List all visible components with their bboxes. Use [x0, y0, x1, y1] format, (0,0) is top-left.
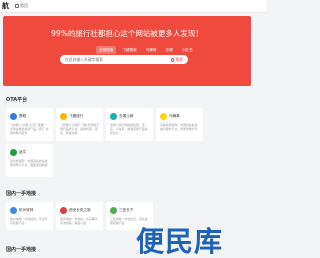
section-title-domestic-2: 国内一手地接 [6, 247, 37, 253]
watermark: 便民库 [136, 225, 224, 258]
top-bar: 航 首页 [0, 0, 266, 13]
card-name: 携程 [19, 114, 27, 118]
card-name: 杭州双林 [19, 208, 34, 212]
page: 航 首页 99%的旅行社都担心这个网站被更多人发现！ 全部搜索 飞猪搜索 马蜂窝… [0, 0, 266, 258]
card-desc: 杭州本地一手地接社，专注华东线路产品 [10, 217, 48, 225]
agency-icon [110, 207, 117, 214]
home-link[interactable]: 首页 [15, 3, 28, 9]
card-name: 去哪儿网 [119, 114, 134, 118]
tab-mafengwo[interactable]: 马蜂窝 [143, 46, 160, 54]
card-ota[interactable]: 去哪儿网 去哪儿旅行网提供机票，酒店，火车票，旅游度假产品综合比价 [106, 108, 153, 141]
card-desc: 途牛旅游网：中国领先的在线旅游预订平台，跟团游自助游 [10, 159, 48, 167]
card-desc: 马蜂窝旅游网：中国领先的自由行服务平台，旅游攻略分享 [160, 123, 198, 131]
search-input[interactable] [65, 57, 155, 62]
card-name: 三亚天下 [119, 208, 134, 212]
card-ota[interactable]: 马蜂窝 马蜂窝旅游网：中国领先的自由行服务平台，旅游攻略分享 [156, 108, 203, 141]
tuniu-icon [10, 149, 17, 156]
card-ota[interactable]: 携程 【去哪儿·中国·北京】携程·一手地接精选旅游产品，预订·线路攻略与服务 [6, 108, 53, 141]
search-icon [170, 58, 175, 62]
section-title-ota: OTA平台 [6, 97, 28, 103]
home-link-label: 首页 [20, 3, 28, 8]
card-name: 西安长安之旅 [69, 208, 91, 212]
card-desc: 去哪儿旅行网提供机票，酒店，火车票，旅游度假产品综合比价 [110, 123, 148, 135]
hero-banner: 99%的旅行社都担心这个网站被更多人发现！ 全部搜索 飞猪搜索 马蜂窝 去哪 小… [3, 16, 251, 86]
tab-qunar[interactable]: 去哪 [163, 46, 176, 54]
agency-icon [60, 207, 67, 214]
hero-title: 99%的旅行社都担心这个网站被更多人发现！ [51, 29, 203, 38]
card-name: 马蜂窝 [169, 114, 180, 118]
card-name: 飞猪旅行 [69, 114, 84, 118]
section-title-domestic: 国内一手地接 [6, 191, 37, 197]
card-domestic[interactable]: 西安长安之旅 西安本地一手地接，兵马俑华清池线路，精品小团 [56, 202, 103, 230]
ctrip-icon [10, 113, 17, 120]
search-box: 搜索 [60, 55, 188, 64]
site-logo[interactable]: 航 [2, 1, 9, 11]
search-tabs: 全部搜索 飞猪搜索 马蜂窝 去哪 小红书 [96, 46, 196, 54]
card-ota[interactable]: 途牛 途牛旅游网：中国领先的在线旅游预订平台，跟团游自助游 [6, 144, 53, 177]
qunar-icon [110, 113, 117, 120]
card-name: 途牛 [19, 150, 27, 154]
search-button-label: 搜索 [175, 57, 183, 63]
tab-xiaohongshu[interactable]: 小红书 [179, 46, 196, 54]
card-desc: 【去哪儿·中国】飞猪·阿里旗下旅行品牌平台，提供机票，酒店，旅游线路 [60, 123, 100, 135]
card-domestic[interactable]: 杭州双林 杭州本地一手地接社，专注华东线路产品 [6, 202, 53, 230]
fliggy-icon [60, 113, 67, 120]
card-desc: 【去哪儿·中国·北京】携程·一手地接精选旅游产品，预订·线路攻略与服务 [10, 123, 49, 135]
tab-feizhu[interactable]: 飞猪搜索 [119, 46, 139, 54]
card-ota[interactable]: 飞猪旅行 【去哪儿·中国】飞猪·阿里旗下旅行品牌平台，提供机票，酒店，旅游线路 [56, 108, 103, 141]
card-desc: 西安本地一手地接，兵马俑华清池线路，精品小团 [60, 217, 98, 225]
tab-all[interactable]: 全部搜索 [96, 46, 117, 54]
agency-icon [10, 207, 17, 214]
search-button[interactable]: 搜索 [170, 57, 183, 63]
home-icon [15, 4, 19, 8]
mafengwo-icon [160, 113, 167, 120]
